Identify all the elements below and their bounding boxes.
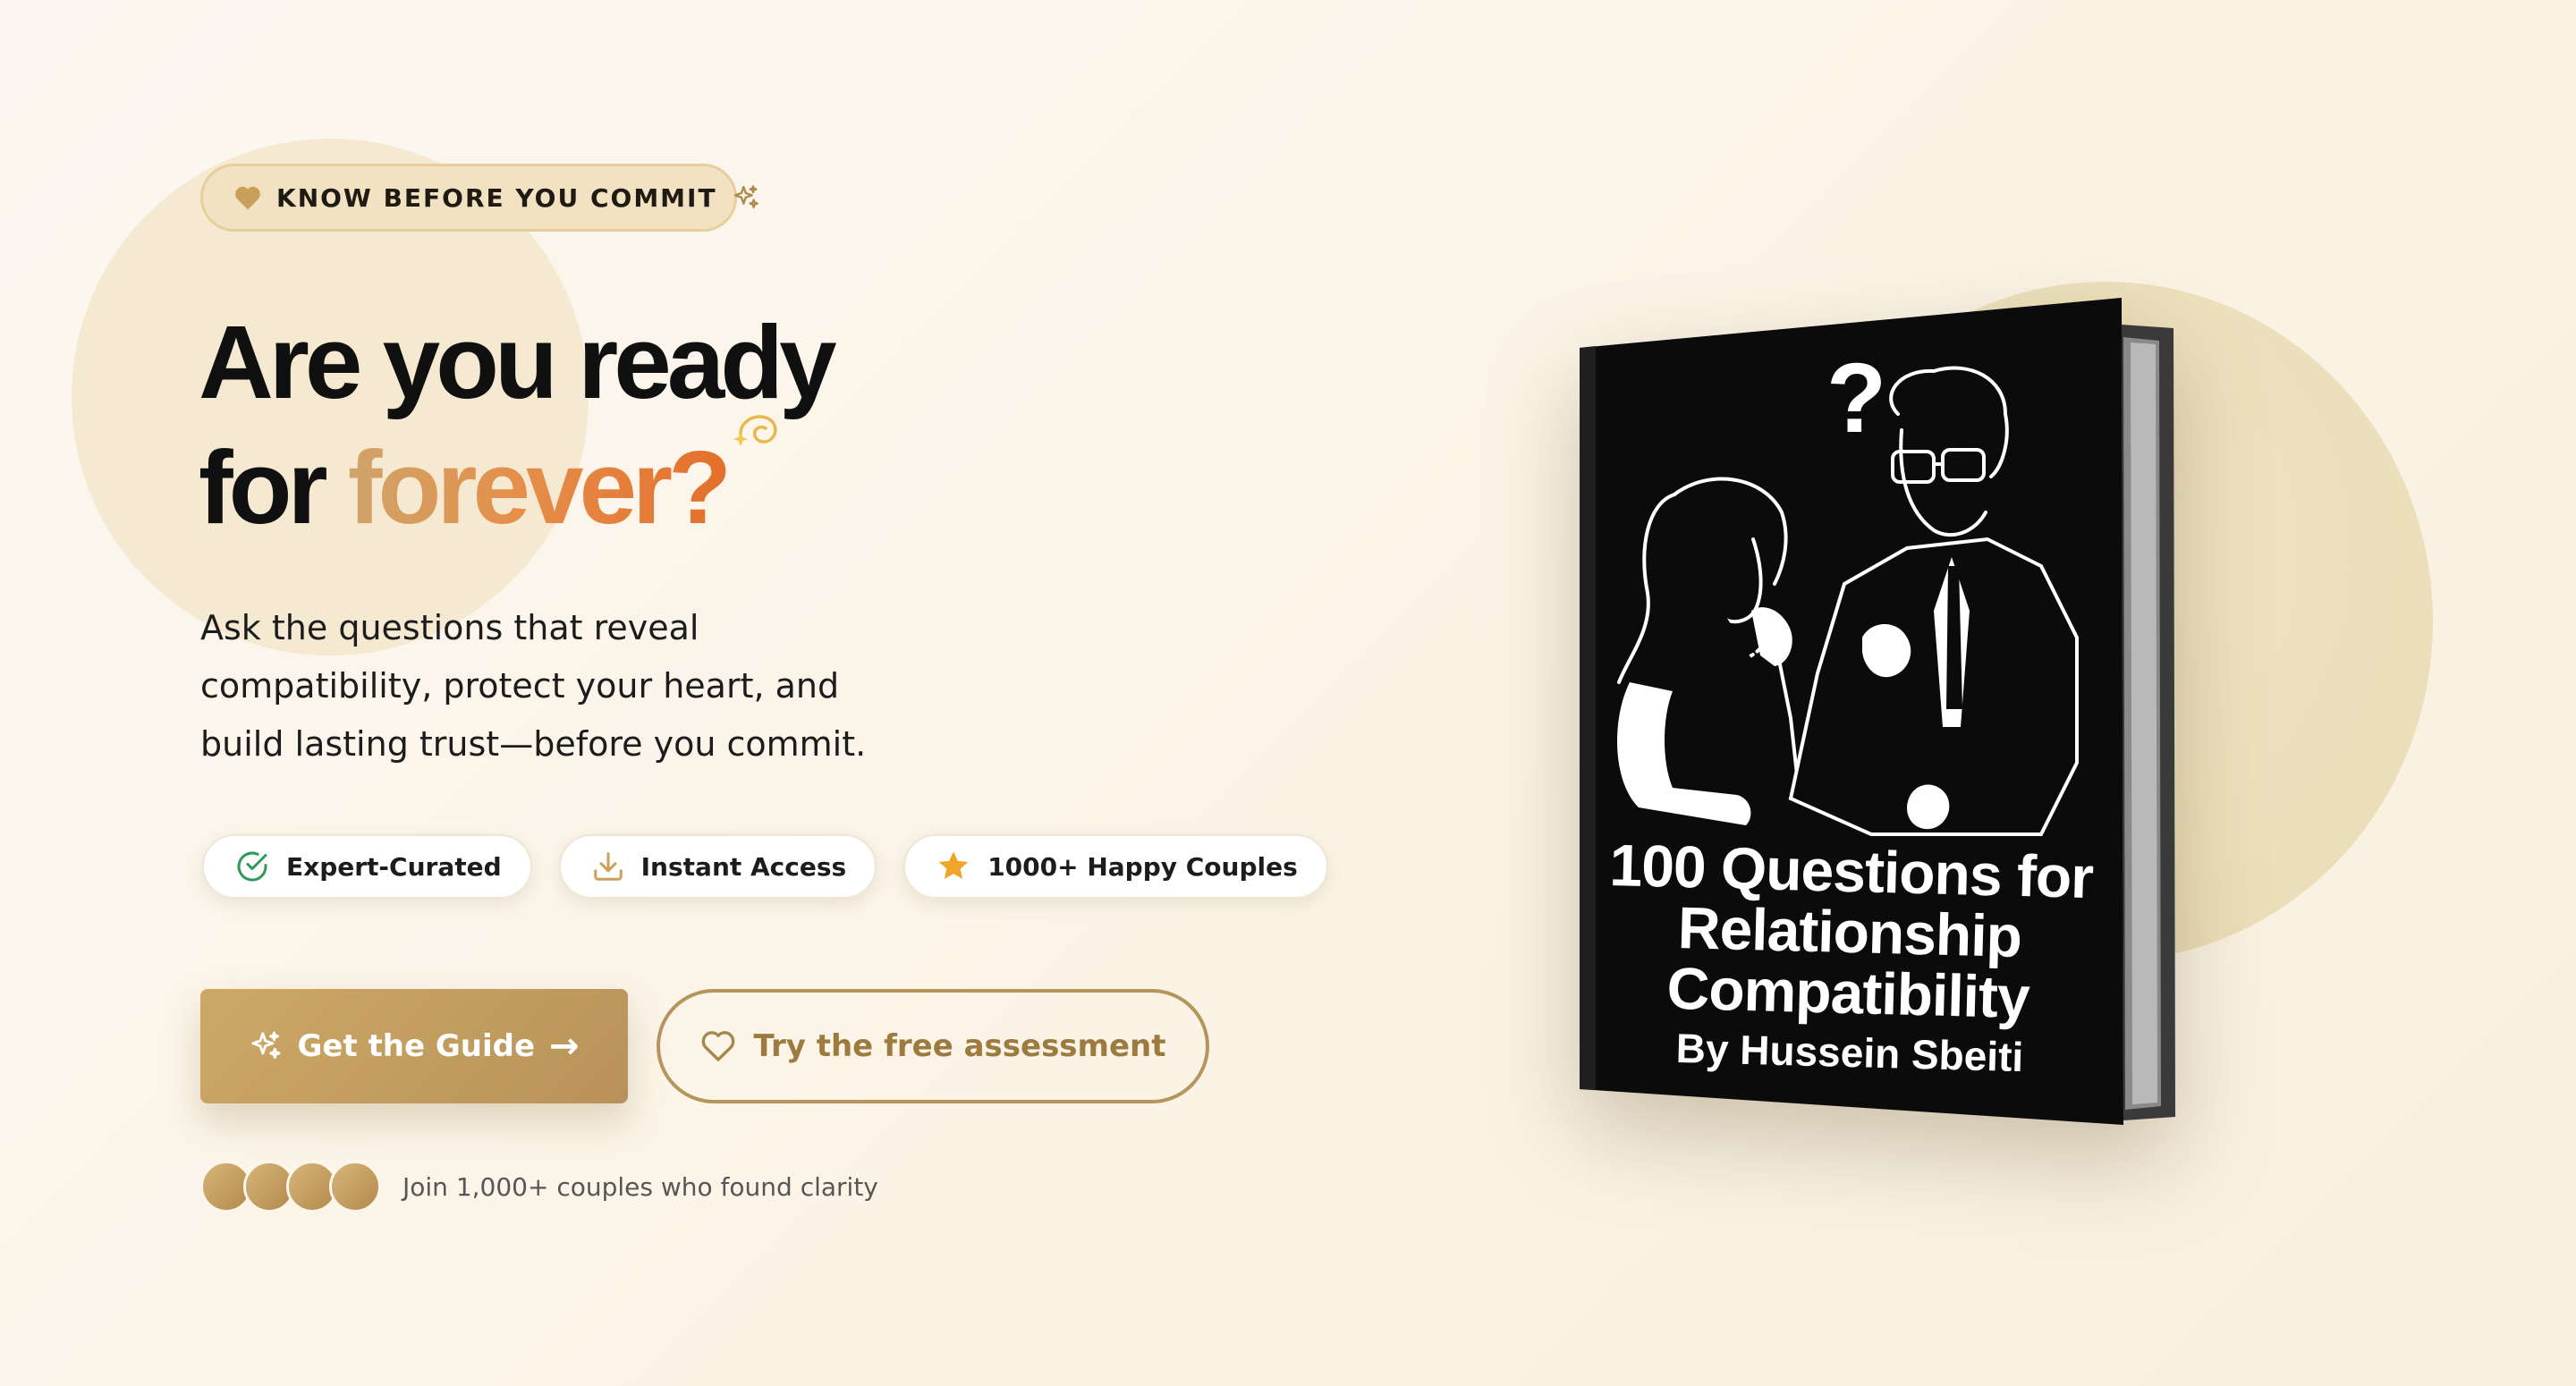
sparkles-icon (732, 183, 760, 212)
feature-label: 1000+ Happy Couples (987, 851, 1298, 882)
headline-line-2-prefix: for (199, 429, 348, 545)
social-proof-text: Join 1,000+ couples who found clarity (402, 1171, 878, 1202)
tagline-badge: KNOW BEFORE YOU COMMIT (200, 164, 758, 232)
download-icon (591, 849, 625, 883)
feature-chip-expert-curated: Expert-Curated (202, 834, 532, 899)
feature-chips: Expert-Curated Instant Access 1000+ Happ… (202, 834, 1328, 899)
badge-text: KNOW BEFORE YOU COMMIT (276, 182, 717, 213)
headline-accent: forever? (347, 429, 732, 545)
social-proof: Join 1,000+ couples who found clarity (200, 1161, 878, 1213)
get-the-guide-label: Get the Guide (297, 1028, 536, 1064)
arrow-right-icon: → (549, 1026, 580, 1067)
svg-text:?: ? (1826, 343, 1886, 453)
book-title: 100 Questions for Relationship Compatibi… (1608, 831, 2094, 1031)
sparkles-icon (249, 1029, 283, 1063)
check-circle-icon (234, 849, 270, 884)
hero-subtitle: Ask the questions that reveal compatibil… (200, 608, 867, 764)
dizzy-star-icon (733, 415, 777, 446)
feature-chip-happy-couples: 1000+ Happy Couples (903, 834, 1328, 899)
feature-chip-instant-access: Instant Access (558, 834, 877, 899)
heart-outline-icon (700, 1029, 736, 1063)
avatar-group (200, 1161, 381, 1213)
star-icon (936, 849, 971, 884)
try-free-assessment-label: Try the free assessment (753, 1028, 1166, 1064)
headline-line-1: Are you ready (199, 304, 837, 420)
avatar (329, 1161, 381, 1213)
get-the-guide-button[interactable]: Get the Guide → (200, 989, 628, 1103)
feature-label: Expert-Curated (286, 851, 502, 882)
try-free-assessment-button[interactable]: Try the free assessment (657, 989, 1209, 1103)
heart-icon (233, 184, 262, 211)
feature-label: Instant Access (640, 851, 847, 882)
